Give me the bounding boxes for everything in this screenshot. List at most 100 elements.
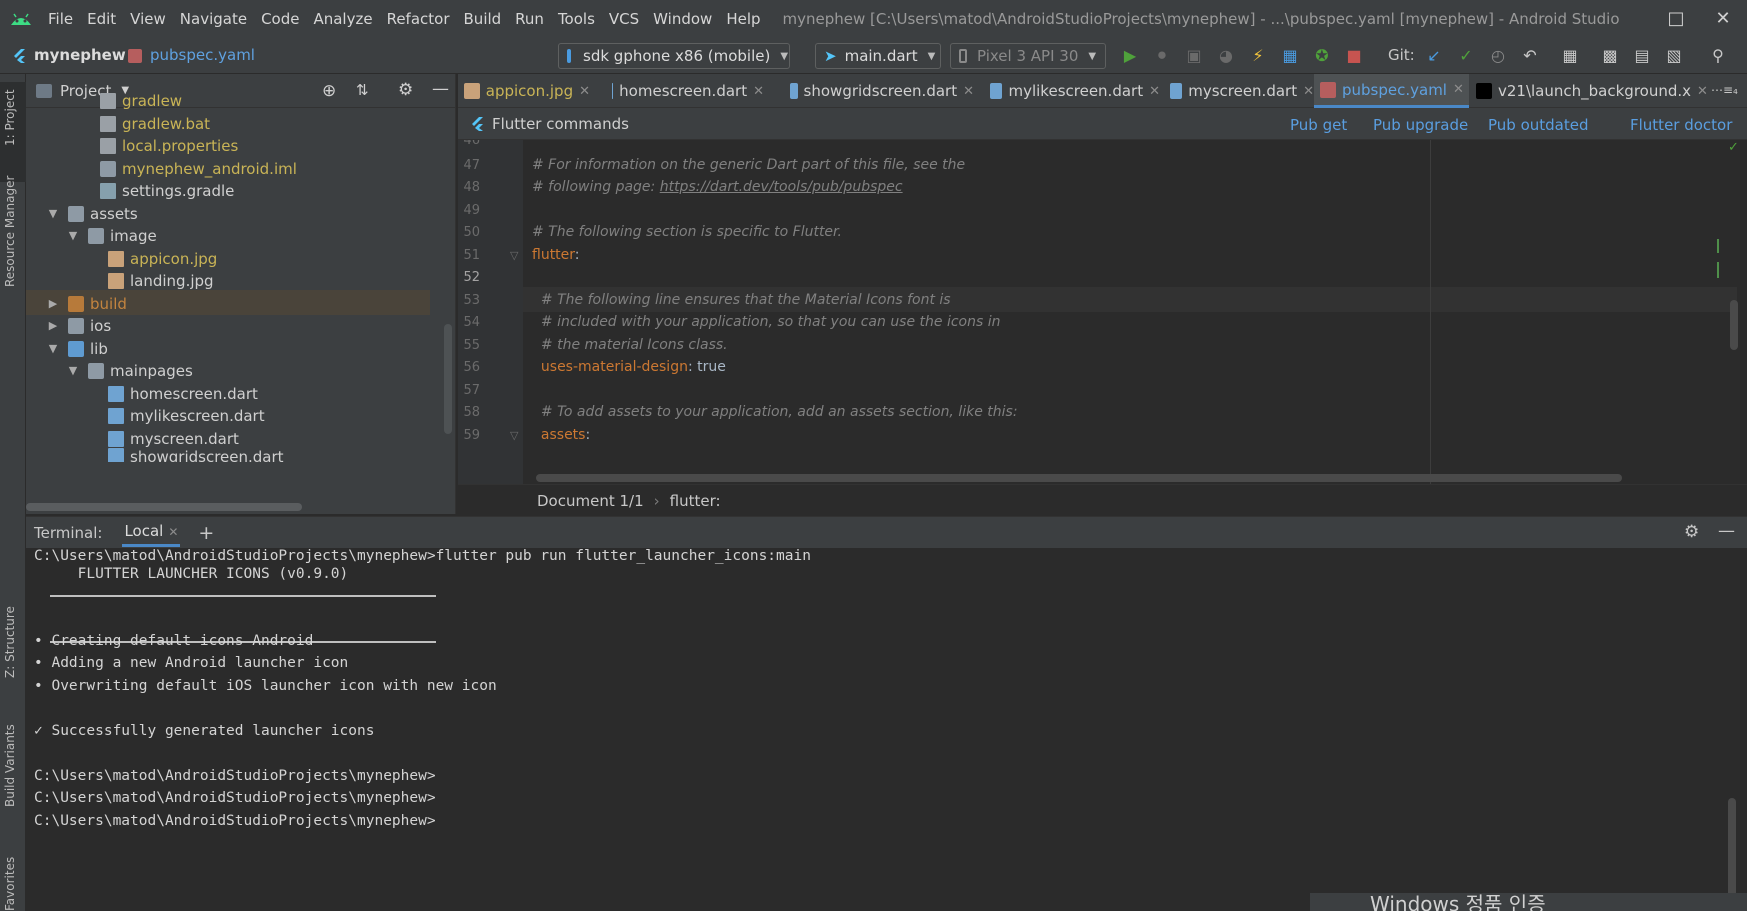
menu-vcs[interactable]: VCS xyxy=(609,10,639,28)
flutter-icon: ➤ xyxy=(824,47,837,65)
pub-upgrade-link[interactable]: Pub upgrade xyxy=(1373,116,1468,134)
tree-item-settings-gradle[interactable]: settings.gradle xyxy=(100,178,234,203)
favorites-tool-label[interactable]: Favorites xyxy=(3,857,17,911)
breadcrumb-document[interactable]: Document 1/1 xyxy=(537,492,644,510)
tab-homescreen[interactable]: homescreen.dart ✕ xyxy=(606,74,764,108)
collapse-all-icon[interactable]: ⇅ xyxy=(356,81,369,99)
chevron-down-icon[interactable]: ▼ xyxy=(66,229,80,242)
git-rollback-icon[interactable]: ↶ xyxy=(1520,46,1540,66)
project-vscrollbar[interactable] xyxy=(444,324,452,434)
tree-item-image[interactable]: ▼ image xyxy=(66,223,157,248)
tab-terminal-local[interactable]: Local ✕ xyxy=(122,518,181,547)
hot-restart-icon[interactable]: ▦ xyxy=(1280,46,1300,66)
tab-launch-background[interactable]: v21\launch_background.x ✕ xyxy=(1470,74,1718,108)
chevron-down-icon[interactable]: ▼ xyxy=(46,342,60,355)
pub-get-link[interactable]: Pub get xyxy=(1290,116,1347,134)
profile-icon[interactable]: ◕ xyxy=(1216,46,1236,66)
git-update-icon[interactable]: ↙ xyxy=(1424,46,1444,66)
terminal-output[interactable]: C:\Users\matod\AndroidStudioProjects\myn… xyxy=(26,548,1747,911)
device-file-explorer-icon[interactable]: ▤ xyxy=(1632,46,1652,66)
tree-item-mainpages[interactable]: ▼ mainpages xyxy=(66,358,193,383)
close-icon[interactable]: ✕ xyxy=(1149,84,1160,99)
editor-hscrollbar[interactable] xyxy=(536,474,1622,482)
close-icon[interactable]: ✕ xyxy=(168,525,178,539)
tab-pubspec[interactable]: pubspec.yaml ✕ xyxy=(1314,74,1469,108)
project-hscrollbar[interactable] xyxy=(26,503,302,511)
project-tool-label[interactable]: 1: Project xyxy=(3,89,17,146)
avd-manager-icon[interactable]: ▩ xyxy=(1600,46,1620,66)
breadcrumb-node[interactable]: flutter: xyxy=(670,492,721,510)
fold-icon[interactable]: ▽ xyxy=(510,423,518,448)
menu-refactor[interactable]: Refactor xyxy=(387,10,450,28)
close-icon[interactable]: ✕ xyxy=(963,84,974,99)
sdk-manager-icon[interactable]: ▧ xyxy=(1664,46,1684,66)
locate-file-icon[interactable]: ⊕ xyxy=(322,81,336,101)
git-history-icon[interactable]: ◴ xyxy=(1488,46,1508,66)
device-selector[interactable]: sdk gphone x86 (mobile) ▼ xyxy=(558,43,790,69)
tab-myscreen[interactable]: myscreen.dart ✕ xyxy=(1164,74,1314,108)
tree-item-showgridscreen[interactable]: showgridscreen.dart xyxy=(108,448,284,462)
tab-mylikescreen[interactable]: mylikescreen.dart ✕ xyxy=(984,74,1160,108)
editor-vscrollbar[interactable] xyxy=(1730,300,1738,350)
structure-tool-label[interactable]: Z: Structure xyxy=(3,606,17,678)
debug-icon[interactable]: ⚫ xyxy=(1152,46,1172,66)
menu-build[interactable]: Build xyxy=(464,10,502,28)
chevron-right-icon[interactable]: ▶ xyxy=(46,319,60,332)
tree-item-mylikescreen[interactable]: mylikescreen.dart xyxy=(108,403,265,428)
tree-item-ios[interactable]: ▶ ios xyxy=(46,313,111,338)
git-commit-icon[interactable]: ✓ xyxy=(1456,46,1476,66)
menu-code[interactable]: Code xyxy=(261,10,299,28)
project-breadcrumb[interactable]: mynephew xyxy=(34,46,126,64)
resource-manager-tool-label[interactable]: Resource Manager xyxy=(3,176,17,287)
close-icon[interactable]: ✕ xyxy=(1303,84,1314,99)
coverage-icon[interactable]: ▣ xyxy=(1184,46,1204,66)
menu-navigate[interactable]: Navigate xyxy=(180,10,247,28)
tree-item-local-properties[interactable]: local.properties xyxy=(100,133,238,158)
run-icon[interactable]: ▶ xyxy=(1120,46,1140,66)
project-structure-icon[interactable]: ▦ xyxy=(1560,46,1580,66)
close-window-icon[interactable]: ✕ xyxy=(1710,6,1736,32)
restore-window-icon[interactable]: □ xyxy=(1663,6,1689,32)
attach-debugger-icon[interactable]: ✪ xyxy=(1312,46,1332,66)
flutter-doctor-link[interactable]: Flutter doctor xyxy=(1630,116,1732,134)
menu-edit[interactable]: Edit xyxy=(87,10,116,28)
code-line: 59 ▽ assets: xyxy=(458,423,1658,448)
search-icon[interactable]: ⚲ xyxy=(1708,46,1728,66)
avd-selector[interactable]: Pixel 3 API 30 ▼ xyxy=(950,43,1106,69)
close-icon[interactable]: ✕ xyxy=(1697,84,1708,99)
new-terminal-button[interactable]: + xyxy=(198,522,214,544)
menu-window[interactable]: Window xyxy=(653,10,712,28)
pub-outdated-link[interactable]: Pub outdated xyxy=(1488,116,1589,134)
chevron-down-icon[interactable]: ▼ xyxy=(66,364,80,377)
line-number: 59 xyxy=(463,428,480,443)
gear-icon[interactable]: ⚙ xyxy=(398,80,413,100)
tree-item-gradlew[interactable]: gradlew xyxy=(100,88,182,113)
chevron-right-icon[interactable]: ▶ xyxy=(46,297,60,310)
code-editor[interactable]: 46 47 # For information on the generic Da… xyxy=(458,140,1747,484)
hide-panel-icon[interactable]: — xyxy=(432,79,449,99)
run-config-selector[interactable]: ➤ main.dart ▼ xyxy=(815,43,941,69)
menu-run[interactable]: Run xyxy=(515,10,544,28)
tab-overflow-button[interactable]: ⋯≡₄ xyxy=(1711,83,1738,97)
stop-icon[interactable]: ■ xyxy=(1344,46,1364,66)
inspection-ok-icon[interactable]: ✓ xyxy=(1728,140,1742,155)
close-icon[interactable]: ✕ xyxy=(1453,82,1464,97)
tab-appicon[interactable]: appicon.jpg ✕ xyxy=(458,74,590,108)
menu-analyze[interactable]: Analyze xyxy=(313,10,372,28)
gear-icon[interactable]: ⚙ xyxy=(1684,522,1699,542)
pubspec-docs-link[interactable]: https://dart.dev/tools/pub/pubspec xyxy=(660,179,903,195)
terminal-line: • Overwriting default iOS launcher icon … xyxy=(34,678,497,694)
close-icon[interactable]: ✕ xyxy=(579,84,590,99)
hot-reload-icon[interactable]: ⚡ xyxy=(1248,46,1268,66)
build-variants-tool-label[interactable]: Build Variants xyxy=(3,724,17,807)
chevron-down-icon[interactable]: ▼ xyxy=(46,207,60,220)
terminal-scrollbar[interactable] xyxy=(1728,798,1736,908)
file-breadcrumb[interactable]: pubspec.yaml xyxy=(150,46,255,64)
menu-view[interactable]: View xyxy=(130,10,166,28)
menu-tools[interactable]: Tools xyxy=(558,10,595,28)
tab-showgridscreen[interactable]: showgridscreen.dart ✕ xyxy=(784,74,974,108)
menu-file[interactable]: File xyxy=(48,10,73,28)
menu-help[interactable]: Help xyxy=(726,10,760,28)
hide-panel-icon[interactable]: — xyxy=(1718,521,1735,541)
close-icon[interactable]: ✕ xyxy=(753,84,764,99)
